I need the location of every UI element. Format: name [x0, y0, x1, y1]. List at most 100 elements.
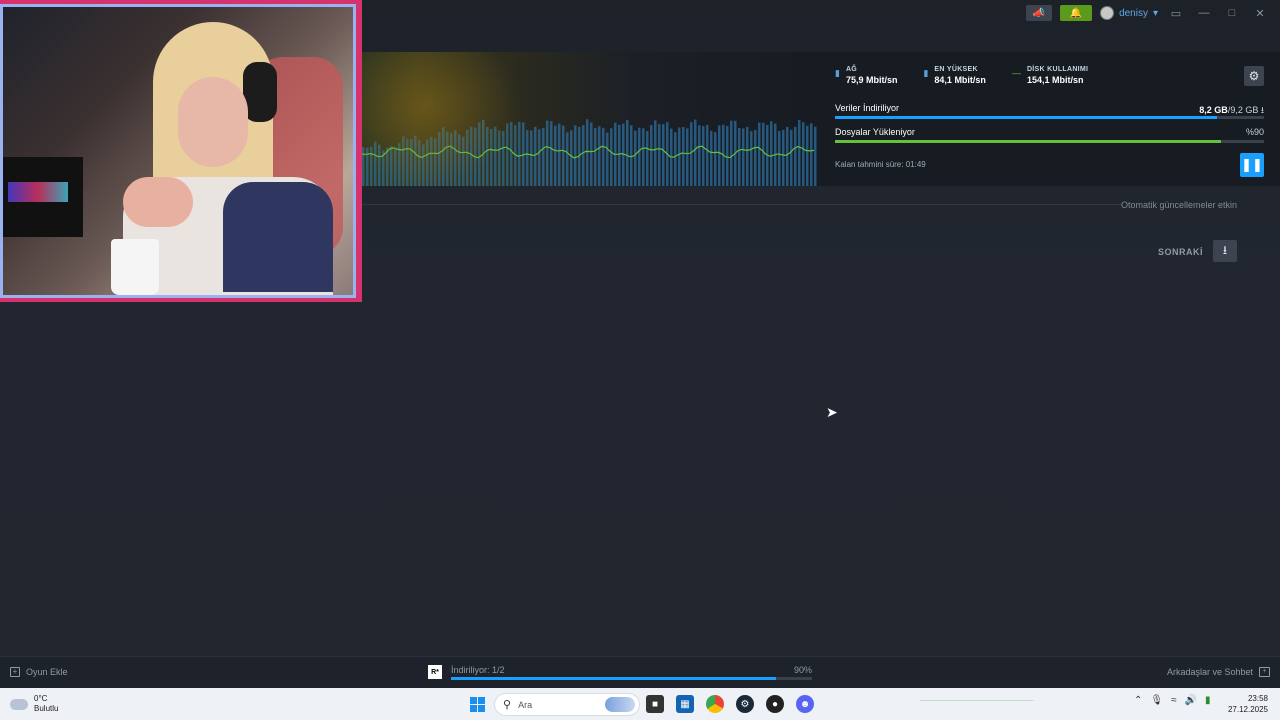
pause-button[interactable]: ❚❚ [1240, 153, 1264, 177]
user-menu[interactable]: denisy ▾ [1100, 6, 1158, 20]
graph-bar [674, 132, 677, 186]
graph-bar [634, 130, 637, 186]
graph-bar [714, 132, 717, 186]
weather-temp: 0°C [34, 694, 48, 703]
taskbar-search[interactable]: ⚲ Ara [494, 693, 640, 716]
total-size: /9,2 GB [1227, 105, 1259, 115]
graph-bar [630, 125, 633, 186]
username: denisy [1119, 7, 1148, 19]
avatar [1100, 6, 1115, 20]
downloaded-size: 8,2 GB [1199, 105, 1228, 115]
graph-bar [786, 126, 789, 186]
install-progress-fill [835, 140, 1222, 143]
friends-label: Arkadaşlar ve Sohbet [1166, 667, 1253, 677]
next-download-button[interactable]: ⭳ [1213, 240, 1237, 262]
stat-value: 75,9 Mbit/sn [845, 75, 898, 85]
graph-bar [806, 125, 809, 186]
graph-bar [606, 132, 609, 186]
microphone-icon[interactable]: 🎙 [1150, 695, 1163, 706]
weather-widget[interactable]: 0°C Bulutlu [10, 694, 58, 714]
download-status-fill [451, 677, 776, 680]
stream-ticker: ──────────────────── [920, 696, 1034, 705]
graph-bar [754, 129, 757, 186]
graph-bar [626, 119, 629, 186]
discord-icon[interactable]: ☻ [796, 695, 814, 713]
graph-bar [646, 131, 649, 186]
add-game-button[interactable]: + Oyun Ekle [10, 667, 68, 677]
chevron-up-icon[interactable]: ⌃ [1134, 695, 1142, 706]
obs-icon[interactable]: ● [766, 695, 784, 713]
graph-bar [642, 128, 645, 186]
cam-headset [243, 62, 277, 122]
graph-bar [702, 126, 705, 186]
close-icon[interactable]: ✕ [1250, 7, 1270, 20]
graph-bar [706, 124, 709, 186]
graph-bar [538, 129, 541, 186]
stat-network: ▮ AĞ 75,9 Mbit/sn [835, 66, 897, 85]
system-tray: ──────────────────── ⌃ 🎙 ≈ 🔊 ▮ [920, 695, 1211, 706]
graph-bar [574, 125, 577, 186]
graph-bar [638, 127, 641, 186]
weather-desc: Bulutlu [34, 704, 59, 713]
cam-rgb-keys [8, 182, 68, 202]
download-stats: ▮ AĞ 75,9 Mbit/sn ▮ EN YÜKSEK 84,1 Mbit/… [835, 66, 1088, 85]
graph-bar [590, 122, 593, 186]
graph-bar [686, 128, 689, 186]
eta-text: Kalan tahmini süre: 01:49 [835, 160, 926, 169]
graph-bar [814, 126, 817, 186]
windows-start-icon[interactable] [470, 697, 485, 712]
graph-bar [542, 128, 545, 186]
battery-icon[interactable]: ▮ [1205, 695, 1211, 706]
system-clock[interactable]: 23:58 27.12.2025 [1228, 693, 1268, 715]
chrome-icon[interactable] [706, 695, 724, 713]
megaphone-icon[interactable]: 📣 [1026, 5, 1053, 21]
friends-chat-button[interactable]: Arkadaşlar ve Sohbet + [1167, 667, 1270, 677]
chevron-down-icon: ▾ [1152, 7, 1158, 19]
download-status-text: İndiriliyor: 1/2 [451, 665, 505, 675]
download-status-track [451, 677, 812, 680]
search-highlight-image [605, 697, 635, 712]
graph-bar [746, 126, 749, 186]
minimize-icon[interactable]: — [1194, 7, 1214, 19]
graph-bar [682, 127, 685, 186]
graph-bar [678, 127, 681, 186]
graph-bar [798, 119, 801, 186]
windows-taskbar: 0°C Bulutlu ⚲ Ara ■ ▦ ⚙ ● ☻ ────────────… [0, 688, 1280, 720]
mouse-cursor-icon: ➤ [826, 404, 838, 420]
graph-bar [550, 121, 553, 186]
graph-bar [570, 130, 573, 186]
graph-bar [758, 122, 761, 186]
graph-bar [750, 131, 753, 186]
graph-bar [802, 122, 805, 186]
task-view-icon[interactable]: ■ [646, 695, 664, 713]
monitor-icon[interactable]: ▭ [1166, 7, 1186, 20]
gear-icon[interactable]: ⚙ [1244, 66, 1264, 86]
next-section-label: SONRAKİ [1158, 247, 1204, 257]
graph-bar [698, 125, 701, 186]
graph-bar [718, 125, 721, 186]
graph-bar [650, 125, 653, 186]
graph-bar [762, 122, 765, 186]
wifi-icon[interactable]: ≈ [1171, 695, 1177, 706]
graph-bar [586, 119, 589, 186]
download-progress-fill [835, 116, 1217, 119]
bars-icon: ▮ [835, 68, 840, 78]
stat-label: AĞ [845, 66, 858, 73]
graph-bar [782, 129, 785, 186]
bell-icon[interactable]: 🔔 [1060, 5, 1093, 21]
clock-date: 27.12.2025 [1227, 705, 1268, 714]
installing-label: Dosyalar Yükleniyor [835, 127, 915, 137]
maximize-icon[interactable]: □ [1222, 7, 1242, 19]
store-icon[interactable]: ▦ [676, 695, 694, 713]
steam-icon[interactable]: ⚙ [736, 695, 754, 713]
graph-bar [654, 120, 657, 186]
volume-icon[interactable]: 🔊 [1185, 695, 1197, 706]
bars-icon: ▮ [923, 68, 929, 78]
graph-bar [694, 119, 697, 186]
cam-face [178, 77, 248, 167]
stat-value: 154,1 Mbit/sn [1026, 75, 1084, 85]
downloading-label: Veriler İndiriliyor [835, 103, 900, 113]
graph-bar [778, 130, 781, 186]
auto-updates-label[interactable]: Otomatik güncellemeler etkin [1121, 200, 1237, 210]
graph-bar [554, 125, 557, 186]
